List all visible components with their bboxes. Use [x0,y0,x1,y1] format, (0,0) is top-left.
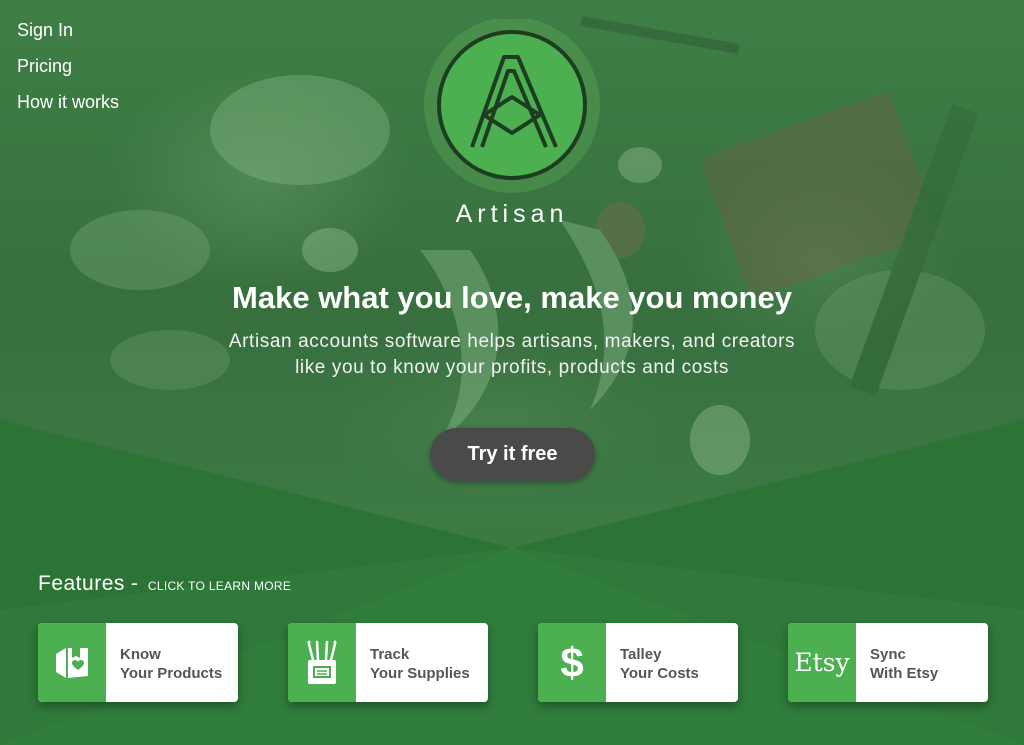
pencil-cup-icon [288,623,356,702]
hero-headline: Make what you love, make you money [232,280,792,315]
etsy-glyph: Etsy [794,648,850,677]
feature-card-etsy[interactable]: Etsy Sync With Etsy [788,623,988,702]
feature-card-line2: Your Supplies [370,665,470,682]
feature-card-line1: Know [120,646,161,663]
feature-card-products[interactable]: Know Your Products [38,623,238,702]
features-title: Features [38,572,125,595]
feature-card-line2: Your Costs [620,665,699,682]
box-heart-icon [38,623,106,702]
hero-subline-line-1: Artisan accounts software helps artisans… [228,331,796,352]
feature-card-supplies[interactable]: Track Your Supplies [288,623,488,702]
hero-subline-line-2: like you to know your profits, products … [295,357,729,378]
top-nav: Sign In Pricing How it works [17,12,119,120]
features-heading: Features - CLICK TO LEARN MORE [38,572,291,596]
features-separator: - [130,572,138,595]
etsy-icon: Etsy [788,623,856,702]
nav-pricing[interactable]: Pricing [17,48,119,84]
nav-how-it-works[interactable]: How it works [17,84,119,120]
feature-card-costs[interactable]: $ Talley Your Costs [538,623,738,702]
feature-card-line2: Your Products [120,665,223,682]
feature-card-supplies-text: Track Your Supplies [370,645,470,683]
nav-sign-in[interactable]: Sign In [17,12,119,48]
artisan-a-logo-icon [424,17,600,193]
artisan-logo[interactable] [422,17,602,199]
feature-card-products-text: Know Your Products [120,645,222,683]
feature-card-line1: Sync [870,646,906,663]
feature-card-costs-text: Talley Your Costs [620,645,699,683]
feature-card-line1: Track [370,646,410,663]
try-it-free-button[interactable]: Try it free [430,428,595,481]
feature-card-line1: Talley [620,646,662,663]
brand-name: Artisan [455,200,569,228]
hero-subline: Artisan accounts software helps artisans… [0,329,1024,381]
dollar-glyph: $ [560,638,584,686]
features-hint: CLICK TO LEARN MORE [147,579,292,593]
dollar-icon: $ [538,623,606,702]
feature-card-etsy-text: Sync With Etsy [870,645,938,683]
feature-card-line2: With Etsy [870,665,939,682]
